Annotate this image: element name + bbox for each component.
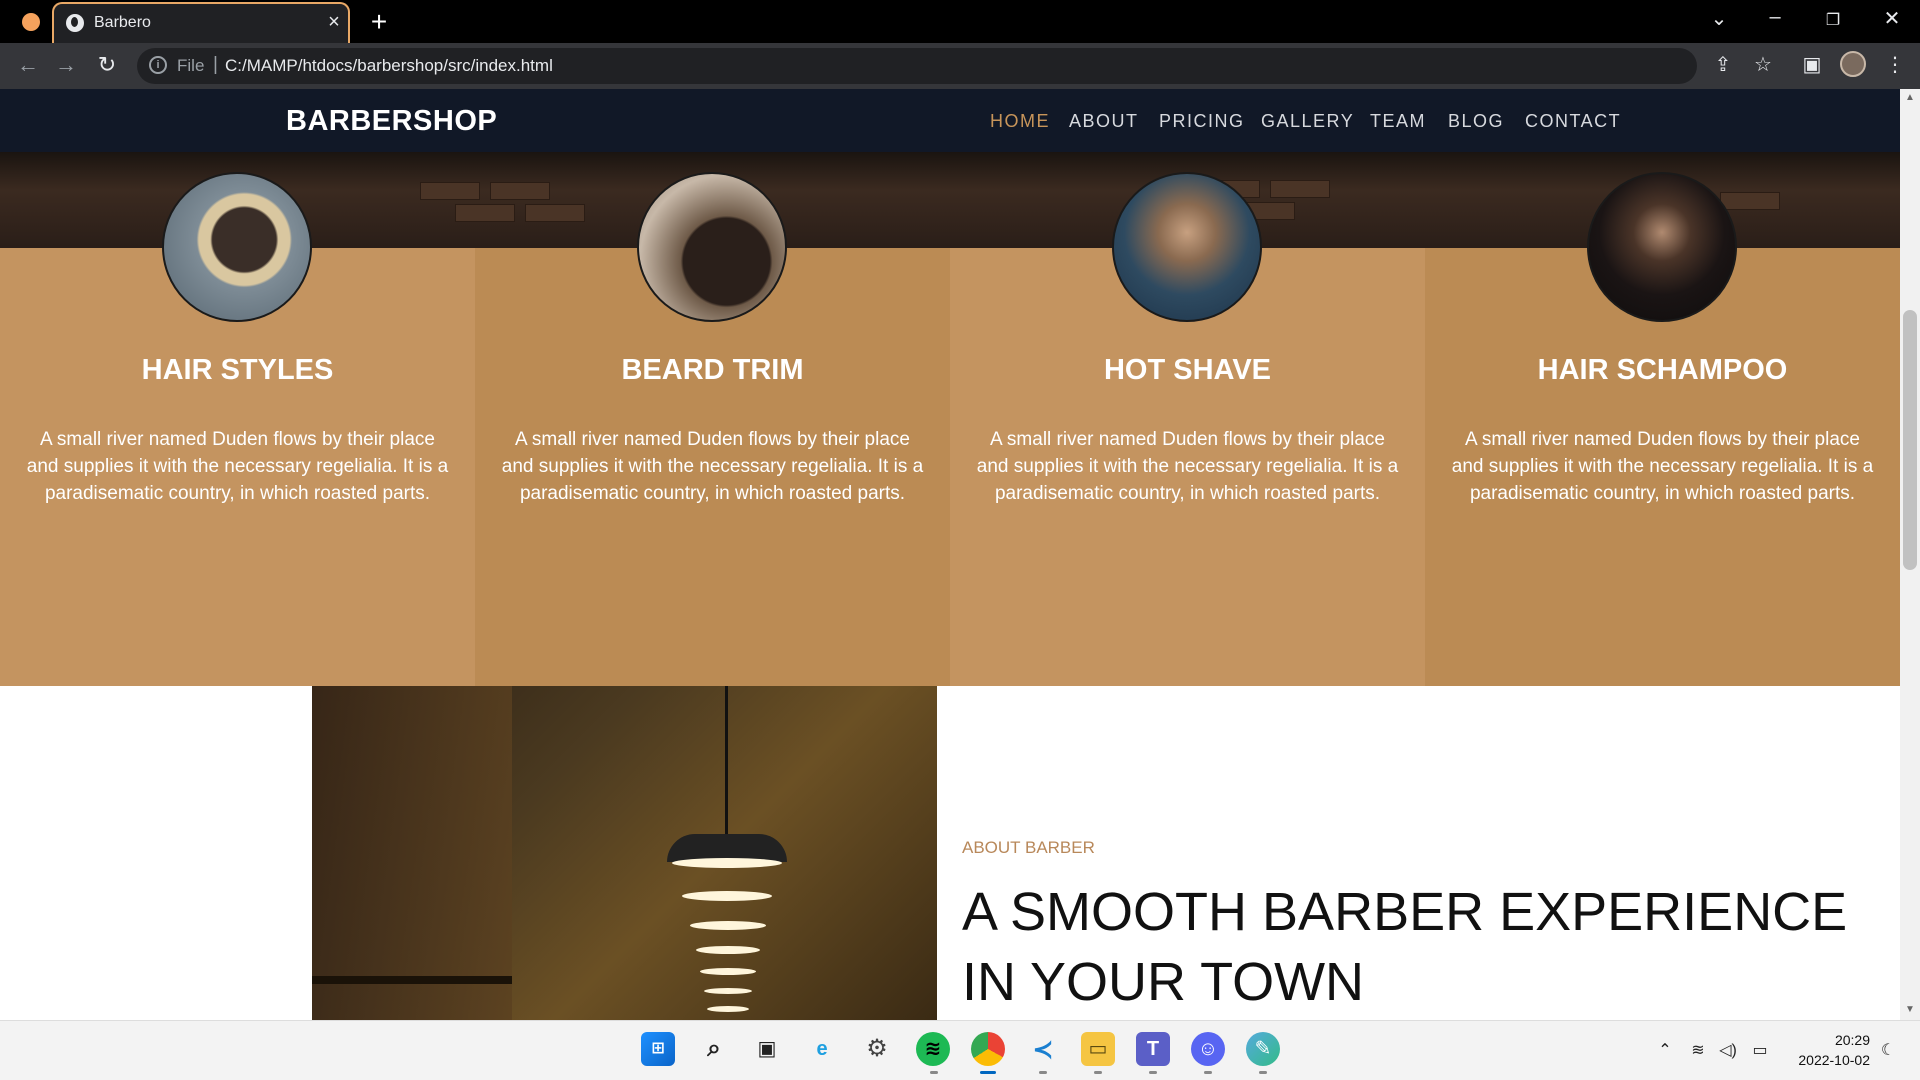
volume-icon[interactable]: ◁) <box>1716 1040 1740 1060</box>
nav-contact[interactable]: CONTACT <box>1525 111 1621 132</box>
service-title: BEARD TRIM <box>621 354 804 386</box>
tray-chevron-up-icon[interactable]: ⌃ <box>1653 1040 1677 1060</box>
service-card-beard-trim: BEARD TRIM A small river named Duden flo… <box>475 172 950 686</box>
beard-trim-photo <box>637 172 787 322</box>
spotify-running-indicator <box>930 1071 938 1074</box>
page-viewport: BARBERSHOP HOME ABOUT PRICING GALLERY TE… <box>0 89 1900 1020</box>
back-icon[interactable]: ← <box>14 52 42 78</box>
vscode-icon[interactable]: ≺ <box>1026 1032 1060 1066</box>
paint-icon[interactable]: ✎ <box>1246 1032 1280 1066</box>
explorer-running-indicator <box>1094 1071 1102 1074</box>
search-icon[interactable]: ⌕ <box>697 1032 731 1066</box>
service-card-hot-shave: HOT SHAVE A small river named Duden flow… <box>950 172 1425 686</box>
nav-about[interactable]: ABOUT <box>1069 111 1139 132</box>
about-label: ABOUT BARBER <box>962 838 1095 857</box>
tab-title: Barbero <box>94 14 151 31</box>
bookmark-star-icon[interactable]: ☆ <box>1750 52 1776 77</box>
service-description: A small river named Duden flows by their… <box>976 429 1399 504</box>
scroll-down-icon[interactable]: ▼ <box>1902 1004 1918 1015</box>
chrome-icon[interactable] <box>971 1032 1005 1066</box>
chrome-active-indicator <box>980 1071 996 1074</box>
file-label: File <box>177 56 205 75</box>
nav-team[interactable]: TEAM <box>1370 111 1426 132</box>
url-text[interactable]: C:/MAMP/htdocs/barbershop/src/index.html <box>225 56 553 76</box>
notifications-moon-icon[interactable]: ☾ <box>1876 1040 1900 1060</box>
service-description: A small river named Duden flows by their… <box>501 429 924 504</box>
service-description: A small river named Duden flows by their… <box>26 429 449 504</box>
service-title: HAIR STYLES <box>141 354 334 386</box>
task-view-icon[interactable]: ▣ <box>750 1032 784 1066</box>
nav-gallery[interactable]: GALLERY <box>1261 111 1354 132</box>
reload-icon[interactable]: ↻ <box>93 52 121 78</box>
hot-shave-photo <box>1112 172 1262 322</box>
vscode-running-indicator <box>1039 1071 1047 1074</box>
hair-styles-photo <box>162 172 312 322</box>
discord-icon[interactable]: ☺ <box>1191 1032 1225 1066</box>
nav-pricing[interactable]: PRICING <box>1159 111 1245 132</box>
url-field[interactable]: i File | C:/MAMP/htdocs/barbershop/src/i… <box>137 48 1697 84</box>
share-icon[interactable]: ⇪ <box>1710 52 1736 77</box>
scroll-up-icon[interactable]: ▲ <box>1902 92 1918 103</box>
browser-tab[interactable]: Barbero × <box>52 2 350 43</box>
menu-dots-icon[interactable]: ⋮ <box>1882 52 1908 77</box>
discord-running-indicator <box>1204 1071 1212 1074</box>
restore-icon[interactable]: ❐ <box>1818 10 1848 30</box>
about-barbershop-photo <box>312 686 937 1020</box>
tab-search-chevron-icon[interactable]: ⌄ <box>1704 6 1734 31</box>
minimize-icon[interactable]: – <box>1760 6 1790 29</box>
profile-dot-icon[interactable] <box>22 13 40 31</box>
battery-icon[interactable]: ▭ <box>1748 1040 1772 1060</box>
about-heading: A SMOOTH BARBER EXPERIENCE IN YOUR TOWN <box>962 882 1848 1012</box>
spotify-icon[interactable]: ≋ <box>916 1032 950 1066</box>
nav-blog[interactable]: BLOG <box>1448 111 1504 132</box>
start-icon[interactable]: ⊞ <box>641 1032 675 1066</box>
nav-home[interactable]: HOME <box>990 111 1050 132</box>
new-tab-button[interactable]: + <box>366 6 392 38</box>
clock[interactable]: 20:29 2022-10-02 <box>1788 1030 1870 1070</box>
taskbar <box>0 1020 1920 1080</box>
close-window-icon[interactable]: ✕ <box>1877 6 1907 31</box>
wifi-icon[interactable]: ≋ <box>1686 1040 1710 1060</box>
edge-icon[interactable]: e <box>805 1032 839 1066</box>
clock-time: 20:29 <box>1834 1032 1870 1048</box>
settings-gear-icon[interactable]: ⚙ <box>860 1032 894 1066</box>
paint-running-indicator <box>1259 1071 1267 1074</box>
forward-icon[interactable]: → <box>52 52 80 78</box>
service-description: A small river named Duden flows by their… <box>1451 429 1874 504</box>
service-title: HOT SHAVE <box>1103 354 1272 386</box>
side-panel-icon[interactable]: ▣ <box>1799 52 1825 77</box>
site-brand[interactable]: BARBERSHOP <box>286 105 497 138</box>
service-title: HAIR SCHAMPOO <box>1537 354 1788 386</box>
close-tab-icon[interactable]: × <box>324 11 344 34</box>
scrollbar-thumb[interactable] <box>1903 310 1917 570</box>
avatar[interactable] <box>1840 51 1866 77</box>
hair-schampoo-photo <box>1587 172 1737 322</box>
service-card-hair-styles: HAIR STYLES A small river named Duden fl… <box>0 172 475 686</box>
teams-running-indicator <box>1149 1071 1157 1074</box>
service-card-hair-schampoo: HAIR SCHAMPOO A small river named Duden … <box>1425 172 1900 686</box>
file-explorer-icon[interactable]: ▭ <box>1081 1032 1115 1066</box>
globe-icon <box>66 14 84 32</box>
clock-date: 2022-10-02 <box>1798 1052 1870 1068</box>
info-icon[interactable]: i <box>149 56 167 74</box>
site-navbar: BARBERSHOP HOME ABOUT PRICING GALLERY TE… <box>0 89 1900 152</box>
url-separator: | <box>213 54 218 75</box>
teams-icon[interactable]: T <box>1136 1032 1170 1066</box>
